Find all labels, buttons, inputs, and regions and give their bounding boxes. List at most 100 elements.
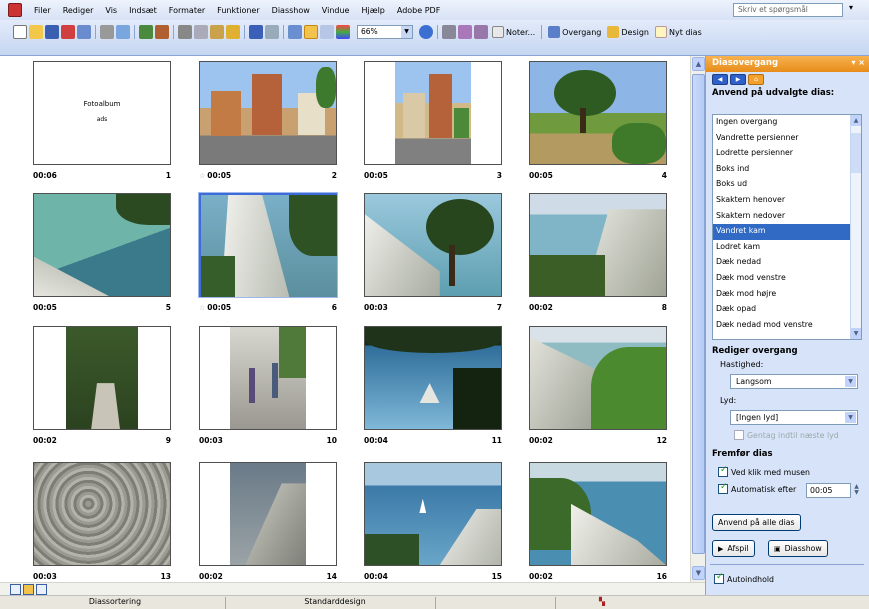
new-icon[interactable] [13,25,27,39]
spelling-icon[interactable] [139,25,153,39]
research-icon[interactable] [155,25,169,39]
hide-slide-icon[interactable] [442,25,456,39]
scroll-thumb[interactable] [692,74,705,554]
home-icon[interactable]: ⌂ [748,73,764,85]
list-scrollbar[interactable]: ▲ ▼ [850,115,861,339]
autopreview-checkbox[interactable]: Autoindhold [714,572,774,584]
cut-icon[interactable] [178,25,192,39]
menu-formater[interactable]: Formater [163,6,211,15]
apply-all-button[interactable]: Anvend på alle dias [712,514,801,531]
scroll-down-icon[interactable]: ▼ [851,328,861,339]
transition-item[interactable]: Lodrette persienner [713,146,861,162]
transition-item[interactable]: Boks ind [713,162,861,178]
play-button[interactable]: ▶ Afspil [712,540,755,557]
menu-hjaelp[interactable]: Hjælp [355,6,390,15]
powerpoint-icon[interactable] [8,3,22,17]
transition-item[interactable]: Ingen overgang [713,115,861,131]
spinner-icon[interactable]: ▲ ▼ [851,484,862,497]
slide-sorter-view-icon[interactable] [23,584,34,595]
undo-icon[interactable] [249,25,263,39]
menu-diasshow[interactable]: Diasshow [266,6,316,15]
normal-view-icon[interactable] [10,584,21,595]
save-icon[interactable] [45,25,59,39]
transition-list[interactable]: Ingen overgang Vandrette persienner Lodret… [712,114,862,340]
open-icon[interactable] [29,25,43,39]
transition-item[interactable]: Dæk nedad [713,255,861,271]
menu-vindue[interactable]: Vindue [316,6,356,15]
task-pane-close-icon[interactable]: ▾ × [851,58,865,67]
on-click-checkbox[interactable]: Ved klik med musen [718,465,810,477]
summary-slide-icon[interactable] [474,25,488,39]
slide-thumbnail[interactable] [33,462,171,566]
scroll-down-icon[interactable]: ▼ [692,566,705,580]
slide-thumbnail[interactable] [364,462,502,566]
slide-thumbnail[interactable] [364,61,502,165]
transition-item[interactable]: Skaktern nedover [713,209,861,225]
horizontal-scrollbar[interactable] [0,582,705,595]
transition-item[interactable]: Dæk opad [713,302,861,318]
slide-thumbnail[interactable] [199,326,337,430]
transition-item[interactable]: Vandrette persienner [713,131,861,147]
slide-thumbnail[interactable] [364,326,502,430]
slide-thumbnail[interactable] [529,193,667,297]
transition-item[interactable]: Dæk mod højre [713,287,861,303]
slide-thumbnail[interactable] [33,193,171,297]
slide-thumbnail[interactable]: Fotoalbum ads [33,61,171,165]
notes-button[interactable]: Noter... [492,26,535,38]
menu-filer[interactable]: Filer [28,6,57,15]
transition-item[interactable]: Lodret kam [713,240,861,256]
sound-select[interactable]: [Ingen lyd] ▼ [730,410,858,425]
forward-icon[interactable]: ▶ [730,73,746,85]
vertical-scrollbar[interactable]: ▲ ▼ [690,56,705,582]
rehearse-icon[interactable] [458,25,472,39]
help-icon[interactable] [419,25,433,39]
zoom-select[interactable]: 66% ▼ [357,25,413,39]
expand-all-icon[interactable] [288,25,302,39]
chevron-down-icon[interactable]: ▾ [849,3,853,12]
slide-thumbnail[interactable] [529,462,667,566]
scroll-up-icon[interactable]: ▲ [692,57,705,71]
transition-item[interactable]: Skaktern henover [713,193,861,209]
speed-select[interactable]: Langsom ▼ [730,374,858,389]
print-preview-icon[interactable] [116,25,130,39]
color-grayscale-icon[interactable] [336,25,350,39]
slide-thumbnail[interactable] [364,193,502,297]
menu-rediger[interactable]: Rediger [57,6,100,15]
transition-button[interactable]: Overgang [548,26,601,38]
auto-time-input[interactable]: 00:05 ▲ ▼ [806,483,859,498]
menu-funktioner[interactable]: Funktioner [211,6,265,15]
transition-item[interactable]: Dæk nedad mod venstre [713,318,861,334]
help-search-input[interactable]: Skriv et spørgsmål [733,3,843,17]
slide-thumbnail[interactable] [198,192,338,298]
slide-thumbnail[interactable] [33,326,171,430]
permission-icon[interactable] [61,25,75,39]
menu-vis[interactable]: Vis [99,6,123,15]
slide-thumbnail[interactable] [199,61,337,165]
email-icon[interactable] [77,25,91,39]
slide-thumbnail[interactable] [529,61,667,165]
menu-adobe-pdf[interactable]: Adobe PDF [391,6,446,15]
copy-icon[interactable] [194,25,208,39]
slide-thumbnail[interactable] [529,326,667,430]
slideshow-button[interactable]: ▣ Diasshow [768,540,828,557]
slideshow-view-icon[interactable] [36,584,47,595]
transition-star-icon[interactable]: ☆ [199,172,205,180]
transition-item[interactable]: Dæk mod venstre [713,271,861,287]
paste-icon[interactable] [210,25,224,39]
grid-icon[interactable] [320,25,334,39]
format-painter-icon[interactable] [226,25,240,39]
print-icon[interactable] [100,25,114,39]
transition-item[interactable]: Vandret kam [713,224,861,240]
design-button[interactable]: Design [607,26,649,38]
slide-thumbnail[interactable] [199,462,337,566]
scroll-up-icon[interactable]: ▲ [851,115,861,126]
transition-star-icon[interactable]: ☆ [199,304,205,312]
loop-checkbox[interactable]: Gentag indtil næste lyd [734,430,839,440]
new-slide-button[interactable]: Nyt dias [654,26,702,38]
back-icon[interactable]: ◀ [712,73,728,85]
transition-item[interactable]: Boks ud [713,177,861,193]
menu-indsaet[interactable]: Indsæt [123,6,163,15]
scroll-thumb[interactable] [851,133,861,173]
auto-checkbox[interactable]: Automatisk efter [718,482,796,494]
show-formatting-icon[interactable] [304,25,318,39]
